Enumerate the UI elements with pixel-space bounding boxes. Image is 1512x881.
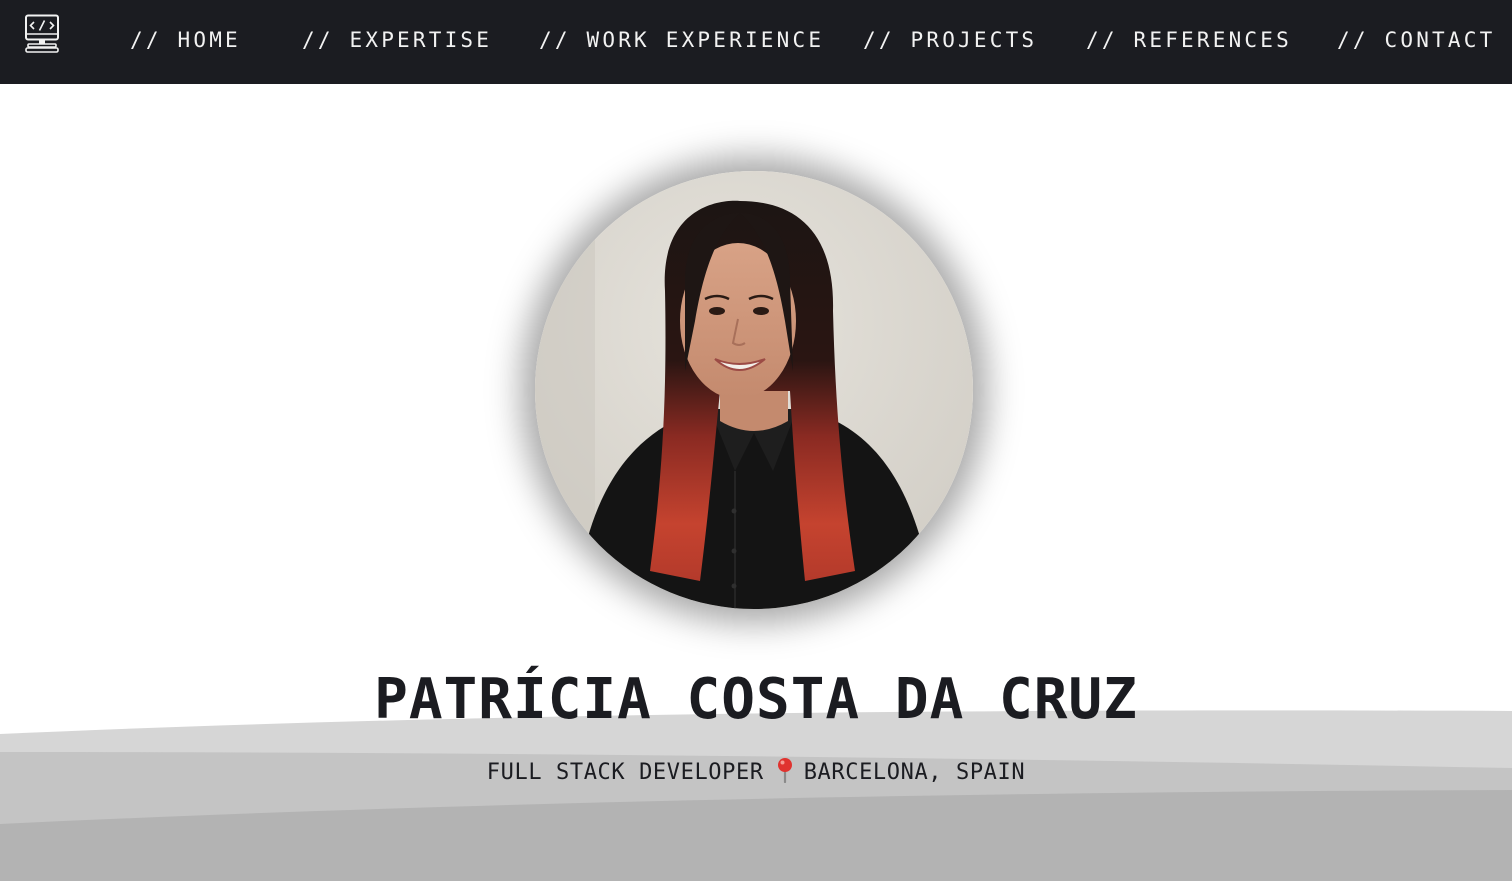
nav-contact[interactable]: // CONTACT xyxy=(1337,26,1495,54)
computer-code-icon xyxy=(25,14,59,53)
logo[interactable] xyxy=(24,14,60,54)
profile-location: BARCELONA, SPAIN xyxy=(803,760,1026,785)
profile-photo xyxy=(535,171,973,609)
profile-subtitle: FULL STACK DEVELOPER BARCELONA, SPAIN xyxy=(0,756,1512,790)
top-navbar: // HOME // EXPERTISE // WORK EXPERIENCE … xyxy=(0,0,1512,84)
nav-projects[interactable]: // PROJECTS xyxy=(863,26,1037,54)
profile-name: PATRÍCIA COSTA DA CRUZ xyxy=(374,667,1138,732)
map-pin-icon xyxy=(774,757,796,784)
nav-work-experience[interactable]: // WORK EXPERIENCE xyxy=(539,26,824,54)
nav-references[interactable]: // REFERENCES xyxy=(1086,26,1292,54)
nav-home[interactable]: // HOME xyxy=(130,26,241,54)
nav-expertise[interactable]: // EXPERTISE xyxy=(302,26,492,54)
page: // HOME // EXPERTISE // WORK EXPERIENCE … xyxy=(0,0,1512,881)
profile-photo-illustration xyxy=(535,171,973,609)
profile-role: FULL STACK DEVELOPER xyxy=(486,760,764,785)
